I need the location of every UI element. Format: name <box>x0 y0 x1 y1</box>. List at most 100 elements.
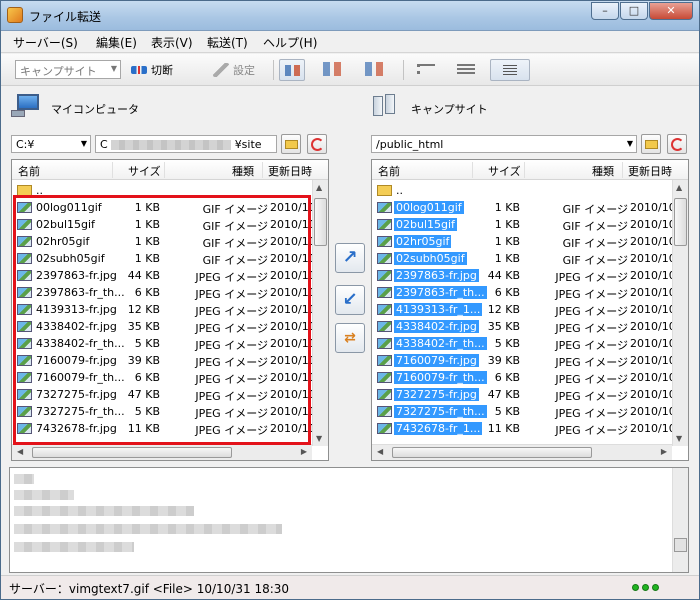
file-name: 4139313-fr.jpg <box>36 303 117 316</box>
local-refresh-button[interactable] <box>307 134 327 154</box>
file-row[interactable]: 7327275-fr_th... 5 KB JPEG イメージ 2010/10 <box>372 403 676 420</box>
remote-vertical-scrollbar[interactable]: ▲ ▼ <box>672 180 688 446</box>
image-file-icon <box>377 270 392 281</box>
file-name: 7160079-fr_th... <box>36 371 125 384</box>
file-row[interactable]: 02bul15gif 1 KB GIF イメージ 2010/10 <box>372 216 676 233</box>
file-type: GIF イメージ <box>202 220 268 233</box>
view-list-button[interactable] <box>417 64 435 74</box>
menu-transfer[interactable]: 転送(T) <box>207 34 248 51</box>
file-row[interactable]: 4338402-fr.jpg 35 KB JPEG イメージ 2010/11 <box>12 318 316 335</box>
settings-button[interactable]: 設定 <box>213 59 255 81</box>
file-row[interactable]: 7160079-fr.jpg 39 KB JPEG イメージ 2010/11 <box>12 352 316 369</box>
image-file-icon <box>377 253 392 264</box>
file-row[interactable]: 4139313-fr_1... 12 KB JPEG イメージ 2010/10 <box>372 301 676 318</box>
file-size: 44 KB <box>487 269 520 282</box>
file-row[interactable]: 02bul15gif 1 KB GIF イメージ 2010/11 <box>12 216 316 233</box>
column-type-header[interactable]: 種類 <box>592 163 614 179</box>
upload-button[interactable]: ↗ <box>335 243 365 273</box>
local-horizontal-scrollbar[interactable]: ◀ ▶ <box>12 444 312 460</box>
scroll-down-icon[interactable]: ▼ <box>316 434 322 443</box>
file-row[interactable]: 4338402-fr.jpg 35 KB JPEG イメージ 2010/10 <box>372 318 676 335</box>
file-row[interactable]: 7160079-fr_th... 6 KB JPEG イメージ 2010/10 <box>372 369 676 386</box>
local-vertical-scrollbar[interactable]: ▲ ▼ <box>312 180 328 446</box>
remote-file-list[interactable]: 名前 サイズ 種類 更新日時 .. 00log011gif 1 KB GIF イメージ… <box>371 159 689 461</box>
file-row[interactable]: .. <box>12 182 312 199</box>
column-name-header[interactable]: 名前 <box>18 163 40 179</box>
file-row[interactable]: 4338402-fr_th... 5 KB JPEG イメージ 2010/11 <box>12 335 316 352</box>
column-size-header[interactable]: サイズ <box>128 163 161 179</box>
file-row[interactable]: 4338402-fr_th... 5 KB JPEG イメージ 2010/10 <box>372 335 676 352</box>
file-row[interactable]: 7327275-fr.jpg 47 KB JPEG イメージ 2010/11 <box>12 386 316 403</box>
column-date-header[interactable]: 更新日時 <box>268 163 312 179</box>
file-date: 2010/11 <box>270 218 316 231</box>
file-row[interactable]: 7327275-fr.jpg 47 KB JPEG イメージ 2010/10 <box>372 386 676 403</box>
download-button[interactable]: ↙ <box>335 285 365 315</box>
scroll-left-icon[interactable]: ◀ <box>17 447 23 456</box>
view-small-icons-button[interactable] <box>457 64 475 74</box>
file-row[interactable]: 2397863-fr.jpg 44 KB JPEG イメージ 2010/10 <box>372 267 676 284</box>
disconnect-button[interactable]: 切断 <box>131 59 173 81</box>
file-row[interactable]: 7160079-fr_th... 6 KB JPEG イメージ 2010/11 <box>12 369 316 386</box>
file-row[interactable]: 4139313-fr.jpg 12 KB JPEG イメージ 2010/11 <box>12 301 316 318</box>
column-date-header[interactable]: 更新日時 <box>628 163 672 179</box>
remote-browse-button[interactable] <box>641 134 661 154</box>
menu-help[interactable]: ヘルプ(H) <box>263 34 317 51</box>
scroll-right-icon[interactable]: ▶ <box>301 447 307 456</box>
folder-icon <box>377 185 392 196</box>
file-row[interactable]: 02subh05gif 1 KB GIF イメージ 2010/10 <box>372 250 676 267</box>
file-row[interactable]: 7327275-fr_th... 5 KB JPEG イメージ 2010/11 <box>12 403 316 420</box>
file-row[interactable]: 7160079-fr.jpg 39 KB JPEG イメージ 2010/10 <box>372 352 676 369</box>
local-path-input[interactable]: C ¥site <box>95 135 277 153</box>
scroll-thumb[interactable] <box>314 198 327 246</box>
column-size-header[interactable]: サイズ <box>488 163 521 179</box>
drive-select[interactable]: C:¥ ▼ <box>11 135 91 153</box>
file-row[interactable]: 2397863-fr_th... 6 KB JPEG イメージ 2010/10 <box>372 284 676 301</box>
file-date: 2010/10 <box>630 388 676 401</box>
local-browse-button[interactable] <box>281 134 301 154</box>
scroll-thumb[interactable] <box>32 447 232 458</box>
transfer-mode-binary-button[interactable] <box>323 62 341 76</box>
site-select[interactable]: キャンプサイト ▼ <box>15 60 121 79</box>
scroll-up-icon[interactable]: ▲ <box>316 183 322 192</box>
file-row[interactable]: 00log011gif 1 KB GIF イメージ 2010/10 <box>372 199 676 216</box>
file-row[interactable]: 2397863-fr_th... 6 KB JPEG イメージ 2010/11 <box>12 284 316 301</box>
file-row[interactable]: 00log011gif 1 KB GIF イメージ 2010/11 <box>12 199 316 216</box>
sync-button[interactable]: ⇄ <box>335 323 365 353</box>
view-details-button[interactable] <box>490 59 530 81</box>
scroll-up-icon[interactable]: ▲ <box>676 183 682 192</box>
log-pane[interactable] <box>9 467 689 573</box>
redacted-text <box>111 140 232 150</box>
menu-view[interactable]: 表示(V) <box>151 34 193 51</box>
scroll-thumb[interactable] <box>392 447 592 458</box>
remote-refresh-button[interactable] <box>667 134 687 154</box>
scroll-right-icon[interactable]: ▶ <box>661 447 667 456</box>
file-row[interactable]: 02hr05gif 1 KB GIF イメージ 2010/10 <box>372 233 676 250</box>
file-name: 7160079-fr.jpg <box>36 354 117 367</box>
file-type: JPEG イメージ <box>195 339 268 352</box>
column-name-header[interactable]: 名前 <box>378 163 400 179</box>
scroll-left-icon[interactable]: ◀ <box>377 447 383 456</box>
maximize-button[interactable]: □ <box>620 2 648 20</box>
scroll-down-icon[interactable]: ▼ <box>676 434 682 443</box>
remote-horizontal-scrollbar[interactable]: ◀ ▶ <box>372 444 672 460</box>
file-row[interactable]: 2397863-fr.jpg 44 KB JPEG イメージ 2010/11 <box>12 267 316 284</box>
file-row[interactable]: 7432678-fr_1... 11 KB JPEG イメージ 2010/10 <box>372 420 676 437</box>
file-row[interactable]: 02hr05gif 1 KB GIF イメージ 2010/11 <box>12 233 316 250</box>
local-file-list[interactable]: 名前 サイズ 種類 更新日時 .. 00log011gif 1 KB GIF イメージ… <box>11 159 329 461</box>
column-type-header[interactable]: 種類 <box>232 163 254 179</box>
scroll-thumb[interactable] <box>674 538 687 552</box>
close-button[interactable]: ✕ <box>649 2 693 20</box>
transfer-mode-auto-button[interactable] <box>279 59 305 81</box>
log-scrollbar[interactable] <box>672 468 688 572</box>
scroll-thumb[interactable] <box>674 198 687 246</box>
file-row[interactable]: 7432678-fr.jpg 11 KB JPEG イメージ 2010/11 <box>12 420 316 437</box>
file-row[interactable]: 02subh05gif 1 KB GIF イメージ 2010/11 <box>12 250 316 267</box>
menu-edit[interactable]: 編集(E) <box>96 34 137 51</box>
menu-server[interactable]: サーバー(S) <box>13 34 78 51</box>
minimize-button[interactable]: – <box>591 2 619 20</box>
remote-path-select[interactable]: /public_html ▼ <box>371 135 637 153</box>
file-row[interactable]: .. <box>372 182 672 199</box>
transfer-mode-ascii-button[interactable] <box>365 62 383 76</box>
redacted-text <box>14 474 34 484</box>
disconnect-icon <box>131 66 147 74</box>
